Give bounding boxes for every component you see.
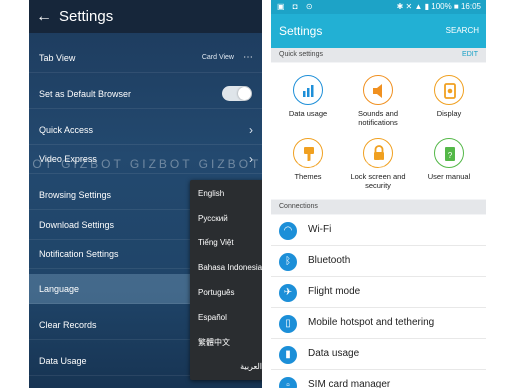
list-item-data-usage[interactable]: ▮ Data usage bbox=[271, 339, 486, 370]
row-label: Set as Default Browser bbox=[39, 88, 132, 99]
quick-setting-sounds[interactable]: Sounds and notifications bbox=[341, 75, 415, 127]
row-label: Language bbox=[39, 283, 80, 294]
row-label: Clear Records bbox=[39, 319, 97, 330]
list-item-label: Wi-Fi bbox=[308, 224, 332, 235]
sim-icon: ▫ bbox=[279, 377, 297, 388]
list-item-label: Bluetooth bbox=[308, 255, 351, 266]
tab-view-row[interactable]: Tab View Card View ⋯ bbox=[29, 43, 262, 73]
android-settings-screen: ▣ ◘ ⊙ ✱ ✕ ▲ ▮ 100% ■ 16:05 Settings SEAR… bbox=[271, 0, 486, 388]
search-button[interactable]: SEARCH bbox=[446, 26, 479, 35]
list-item-flight-mode[interactable]: ✈ Flight mode bbox=[271, 277, 486, 308]
quick-setting-label: Sounds and notifications bbox=[357, 109, 399, 127]
list-item-bluetooth[interactable]: ᛒ Bluetooth bbox=[271, 246, 486, 277]
data-usage-icon: ▮ bbox=[279, 346, 297, 364]
language-option-russian[interactable]: Русский bbox=[198, 214, 228, 223]
bluetooth-icon: ᛒ bbox=[279, 253, 297, 271]
section-title: Quick settings bbox=[279, 51, 323, 58]
language-option-vietnamese[interactable]: Tiếng Việt bbox=[198, 238, 234, 247]
speaker-icon bbox=[363, 75, 393, 105]
more-options-icon[interactable]: ⋯ bbox=[243, 52, 254, 63]
quick-setting-data-usage[interactable]: Data usage bbox=[271, 75, 345, 118]
quick-setting-label: Themes bbox=[294, 172, 322, 181]
row-label: Notification Settings bbox=[39, 248, 119, 259]
wifi-icon: ◠ bbox=[279, 222, 297, 240]
language-option-english[interactable]: English bbox=[190, 189, 262, 198]
quick-setting-label: Display bbox=[436, 109, 462, 118]
quick-setting-display[interactable]: Display bbox=[412, 75, 486, 118]
header-bar: ← Settings bbox=[29, 0, 262, 33]
quick-setting-label: Lock screen and security bbox=[350, 172, 406, 190]
page-title: Settings bbox=[59, 8, 114, 25]
list-item-label: SIM card manager bbox=[308, 379, 391, 388]
connections-header: Connections bbox=[271, 200, 486, 214]
quick-setting-label: User manual bbox=[427, 172, 471, 181]
list-item-label: Flight mode bbox=[308, 286, 361, 297]
quick-settings-grid: Data usage Sounds and notifications Disp… bbox=[271, 63, 486, 199]
default-browser-toggle[interactable] bbox=[222, 86, 252, 101]
display-icon bbox=[434, 75, 464, 105]
row-label: Tab View bbox=[39, 52, 76, 63]
language-option-spanish[interactable]: Español bbox=[198, 313, 227, 322]
list-item-label: Mobile hotspot and tethering bbox=[308, 317, 435, 328]
chevron-right-icon: › bbox=[249, 122, 253, 137]
row-label: Browsing Settings bbox=[39, 189, 112, 200]
airplane-icon: ✈ bbox=[279, 284, 297, 302]
status-indicators: ✱ ✕ ▲ ▮ 100% ■ 16:05 bbox=[396, 2, 481, 11]
language-option-portuguese[interactable]: Português bbox=[198, 288, 234, 297]
status-bar: ▣ ◘ ⊙ ✱ ✕ ▲ ▮ 100% ■ 16:05 bbox=[271, 0, 486, 14]
browser-settings-screen: ← Settings Tab View Card View ⋯ Set as D… bbox=[29, 0, 262, 388]
data-usage-icon bbox=[293, 75, 323, 105]
row-label: Quick Access bbox=[39, 124, 94, 135]
list-item-label: Data usage bbox=[308, 348, 360, 359]
language-dropdown: English Русский Tiếng Việt Bahasa Indone… bbox=[190, 180, 262, 380]
list-item-hotspot[interactable]: ▯ Mobile hotspot and tethering bbox=[271, 308, 486, 339]
toggle-knob bbox=[238, 87, 251, 100]
edit-button[interactable]: EDIT bbox=[462, 48, 478, 62]
hotspot-icon: ▯ bbox=[279, 315, 297, 333]
default-browser-row[interactable]: Set as Default Browser bbox=[29, 79, 262, 109]
section-title: Connections bbox=[279, 203, 318, 210]
screenshot-stage: ← Settings Tab View Card View ⋯ Set as D… bbox=[0, 0, 517, 388]
watermark: ZEBOT GIZBOT GIZBOT GIZBOT GIZBOT GIZBO bbox=[0, 157, 389, 171]
list-item-wifi[interactable]: ◠ Wi-Fi bbox=[271, 215, 486, 246]
quick-setting-label: Data usage bbox=[288, 109, 328, 118]
tab-view-value: Card View bbox=[201, 54, 234, 61]
language-option-traditional-chinese[interactable]: 繁體中文 bbox=[198, 337, 230, 348]
language-option-indonesian[interactable]: Bahasa Indonesia bbox=[198, 263, 262, 272]
row-label: Data Usage bbox=[39, 355, 87, 366]
page-title: Settings bbox=[279, 24, 323, 38]
back-arrow-icon[interactable]: ← bbox=[29, 8, 59, 26]
quick-access-row[interactable]: Quick Access › bbox=[29, 115, 262, 145]
app-bar: Settings SEARCH bbox=[271, 14, 486, 48]
list-item-sim-manager[interactable]: ▫ SIM card manager bbox=[271, 370, 486, 388]
language-option-arabic[interactable]: العربية bbox=[240, 362, 262, 371]
notification-icons: ▣ ◘ ⊙ bbox=[277, 2, 316, 11]
row-label: Download Settings bbox=[39, 219, 115, 230]
quick-settings-header: Quick settings EDIT bbox=[271, 48, 486, 62]
